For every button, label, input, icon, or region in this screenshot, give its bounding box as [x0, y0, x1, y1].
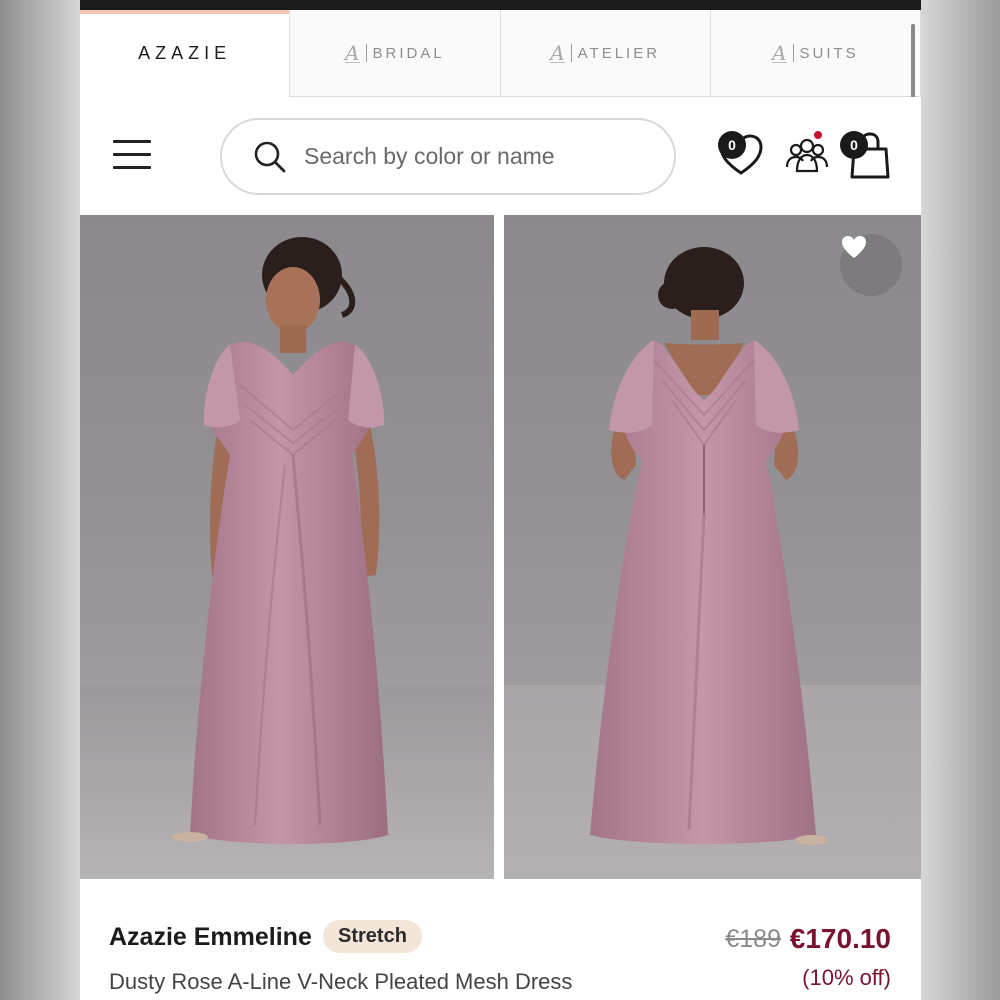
community-button[interactable]: [784, 129, 830, 177]
a-logo-icon: A: [772, 40, 787, 65]
sale-price: €170.10: [789, 923, 891, 954]
tab-atelier[interactable]: A ATELIER: [500, 10, 711, 97]
discount-label: (10% off): [802, 965, 891, 990]
product-gallery: [80, 215, 921, 879]
product-image-back[interactable]: [504, 215, 921, 879]
site-header: 0 0: [80, 97, 921, 215]
stretch-badge: Stretch: [323, 920, 422, 953]
tab-divider: [570, 44, 572, 62]
backdrop-right: [920, 0, 1000, 1000]
product-image-front[interactable]: [80, 215, 494, 879]
search-input[interactable]: [304, 143, 664, 170]
original-price: €189: [725, 925, 781, 953]
favorite-button[interactable]: [840, 234, 902, 296]
tab-bridal[interactable]: A BRIDAL: [290, 10, 501, 97]
brand-tabs: AZAZIE A BRIDAL A ATELIER A SUITS: [80, 10, 921, 102]
cart-button[interactable]: 0: [840, 131, 892, 181]
community-icon: [785, 138, 829, 173]
favorite-heart-icon: [842, 236, 866, 258]
hamburger-menu-icon[interactable]: [113, 140, 151, 170]
phone-screen: AZAZIE A BRIDAL A ATELIER A SUITS Search…: [80, 0, 921, 1000]
wishlist-button[interactable]: 0: [716, 131, 766, 177]
search-icon[interactable]: [252, 139, 288, 175]
notification-dot: [812, 129, 824, 141]
model-back-illustration: [504, 247, 921, 879]
status-bar: [80, 0, 921, 10]
backdrop-left: [0, 0, 80, 1000]
product-description: Dusty Rose A-Line V-Neck Pleated Mesh Dr…: [109, 969, 573, 994]
product-name[interactable]: Azazie Emmeline: [109, 923, 312, 952]
tab-suits-label: SUITS: [799, 44, 859, 62]
scrollbar[interactable]: [911, 24, 915, 102]
cart-count-badge: 0: [840, 131, 868, 159]
azazie-logo: AZAZIE: [138, 43, 232, 63]
search-bar[interactable]: [220, 118, 676, 195]
a-logo-icon: A: [550, 40, 565, 65]
a-logo-icon: A: [345, 40, 360, 65]
tab-suits[interactable]: A SUITS: [710, 10, 921, 97]
tab-atelier-label: ATELIER: [577, 44, 661, 62]
product-info: Azazie Emmeline Stretch Dusty Rose A-Lin…: [80, 879, 921, 1000]
wishlist-count-badge: 0: [718, 131, 746, 159]
tab-divider: [792, 44, 794, 62]
tab-divider: [365, 44, 367, 62]
model-front-illustration: [80, 237, 494, 879]
tab-azazie[interactable]: AZAZIE: [80, 10, 291, 97]
tab-bridal-label: BRIDAL: [372, 44, 445, 62]
